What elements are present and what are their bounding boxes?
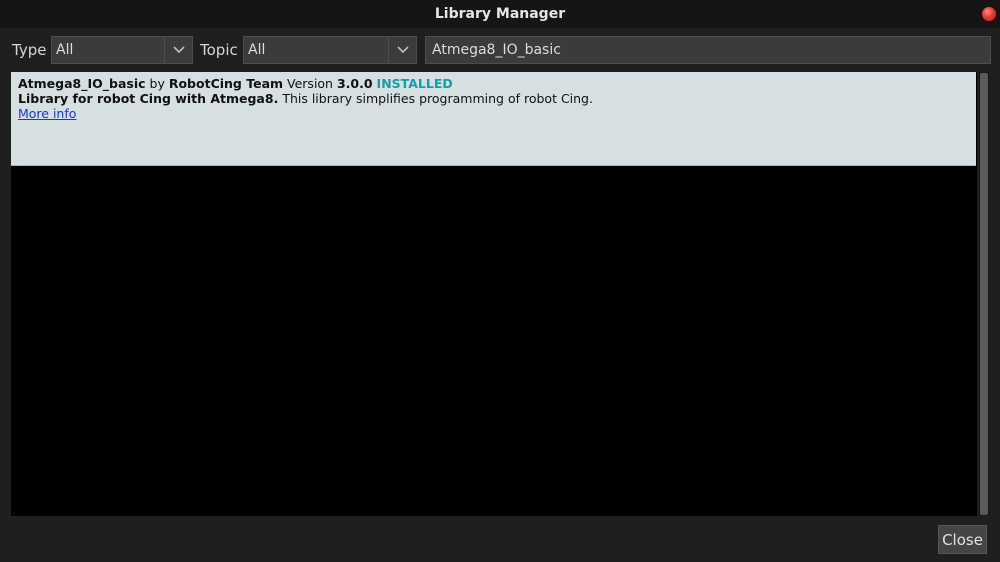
library-list: Atmega8_IO_basic by RobotCing Team Versi…: [11, 72, 977, 516]
library-header-line: Atmega8_IO_basic by RobotCing Team Versi…: [18, 76, 969, 91]
window-close-icon[interactable]: [982, 7, 996, 21]
chevron-down-icon[interactable]: [388, 37, 416, 63]
search-field[interactable]: [425, 36, 991, 64]
filter-bar: Type All Topic All: [0, 34, 1000, 66]
topic-select[interactable]: All: [243, 36, 417, 64]
library-description: Library for robot Cing with Atmega8. Thi…: [18, 91, 969, 106]
library-author: RobotCing Team: [168, 76, 284, 91]
library-name: Atmega8_IO_basic: [18, 76, 146, 91]
library-sentence: This library simplifies programming of r…: [282, 91, 593, 106]
title-bar: Library Manager: [0, 0, 1000, 28]
topic-select-value: All: [248, 42, 266, 58]
scrollbar-thumb[interactable]: [980, 73, 988, 515]
type-label: Type: [12, 41, 47, 59]
close-button[interactable]: Close: [938, 525, 987, 554]
chevron-down-icon[interactable]: [164, 37, 192, 63]
type-select[interactable]: All: [51, 36, 193, 64]
library-sentence-bold: Library for robot Cing with Atmega8.: [18, 91, 279, 106]
status-badge: INSTALLED: [376, 76, 453, 91]
more-info-link[interactable]: More info: [18, 106, 76, 121]
window-title: Library Manager: [434, 6, 566, 22]
list-item[interactable]: Atmega8_IO_basic by RobotCing Team Versi…: [11, 72, 976, 166]
library-version-label: Version: [287, 76, 333, 91]
topic-label: Topic: [200, 41, 238, 59]
type-select-value: All: [56, 42, 74, 58]
library-by: by: [149, 76, 165, 91]
scrollbar[interactable]: [979, 72, 989, 516]
library-version: 3.0.0: [336, 76, 373, 91]
search-input[interactable]: [426, 37, 990, 63]
